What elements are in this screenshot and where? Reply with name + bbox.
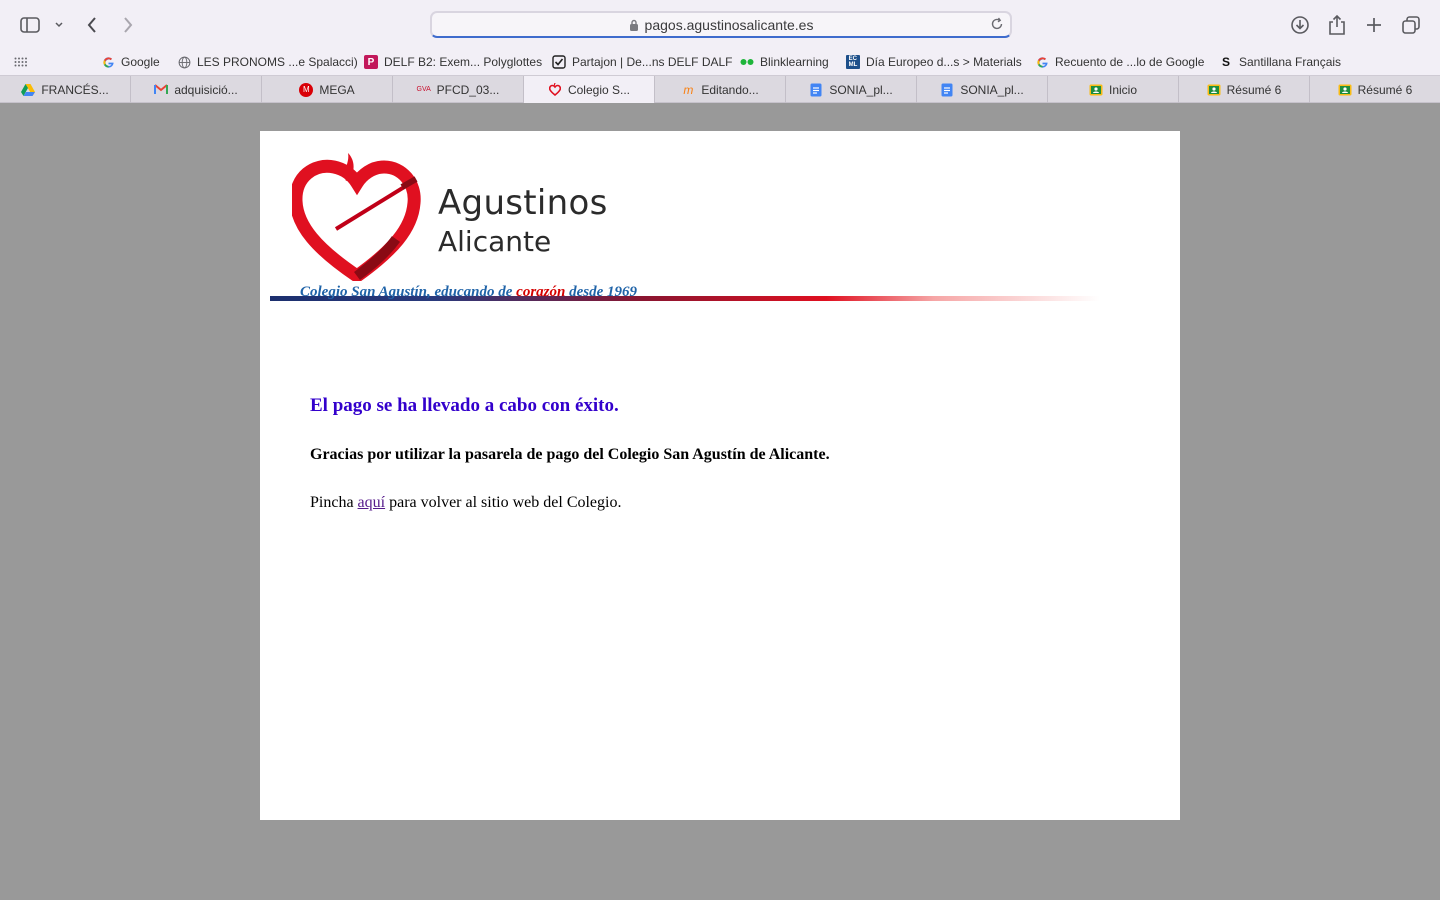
tab-label: MEGA <box>319 82 355 97</box>
bookmark-label: Día Europeo d...s > Materials <box>866 55 1022 69</box>
back-button[interactable] <box>78 12 106 38</box>
page-content: Agustinos Alicante Colegio San Agustín, … <box>260 131 1180 820</box>
moodle-icon: m <box>683 82 694 97</box>
google-docs-icon <box>940 83 954 97</box>
tab-overview-button[interactable] <box>1397 12 1425 38</box>
plus-icon <box>1367 18 1381 32</box>
new-tab-button[interactable] <box>1360 12 1388 38</box>
tab-colegio[interactable]: Colegio S... <box>524 76 655 103</box>
tab-label: Résumé 6 <box>1226 82 1282 97</box>
tab-overview-icon <box>1402 16 1420 34</box>
bookmark-item[interactable]: Blinklearning <box>740 52 829 72</box>
tab-label: PFCD_03... <box>436 82 500 97</box>
thanks-message: Gracias por utilizar la pasarela de pago… <box>310 446 830 463</box>
tab-bar: FRANCÉS... adquisició... M MEGA GVA PFCD… <box>0 75 1440 103</box>
tab-frances[interactable]: FRANCÉS... <box>0 76 131 103</box>
tab-label: FRANCÉS... <box>41 82 109 97</box>
tab-editando[interactable]: m Editando... <box>655 76 786 103</box>
tab-resume-1[interactable]: Résumé 6 <box>1179 76 1310 103</box>
bookmark-label: Santillana Français <box>1239 55 1342 69</box>
bookmark-item[interactable]: Partajon | De...ns DELF DALF <box>552 52 733 72</box>
google-docs-icon <box>809 83 823 97</box>
tab-label: Editando... <box>701 82 759 97</box>
globe-icon <box>177 55 191 69</box>
agustinos-logo-icon <box>292 153 421 281</box>
back-suffix: para volver al sitio web del Colegio. <box>385 494 622 511</box>
tab-mega[interactable]: M MEGA <box>262 76 393 103</box>
bookmark-item[interactable]: Google <box>101 52 160 72</box>
payment-success-message: El pago se ha llevado a cabo con éxito. <box>310 395 619 416</box>
download-icon <box>1291 16 1309 34</box>
chevron-down-icon <box>55 22 63 28</box>
checkbox-icon <box>552 55 566 69</box>
google-icon <box>101 55 115 69</box>
agustinos-icon <box>548 83 562 97</box>
ecml-icon: EC ML <box>846 55 860 69</box>
tab-inicio[interactable]: Inicio <box>1048 76 1179 103</box>
blinklearning-icon <box>740 55 754 69</box>
tab-group-dropdown-button[interactable] <box>48 12 70 38</box>
logo-subtitle: Alicante <box>438 225 552 258</box>
share-icon <box>1329 14 1345 35</box>
google-icon <box>1035 55 1049 69</box>
reload-icon[interactable] <box>990 17 1004 34</box>
back-prefix: Pincha <box>310 494 358 511</box>
grid-icon <box>14 57 27 67</box>
bookmark-item[interactable]: EC ML Día Europeo d...s > Materials <box>846 52 1022 72</box>
forward-button[interactable] <box>114 12 142 38</box>
google-classroom-icon <box>1207 83 1221 97</box>
back-to-site-link[interactable]: aquí <box>358 494 386 511</box>
google-drive-icon <box>21 83 36 97</box>
tab-resume-2[interactable]: Résumé 6 <box>1310 76 1440 103</box>
gva-icon: GVA <box>416 86 431 93</box>
chevron-right-icon <box>124 17 133 33</box>
bookmark-label: Google <box>121 55 160 69</box>
polyglottes-icon: P <box>364 55 378 69</box>
logo-title: Agustinos <box>438 183 608 223</box>
tab-gmail[interactable]: adquisició... <box>131 76 262 103</box>
tab-sonia-2[interactable]: SONIA_pl... <box>917 76 1048 103</box>
tagline-part2: desde 1969 <box>565 284 637 300</box>
tab-label: Inicio <box>1108 82 1137 97</box>
tab-pfcd[interactable]: GVA PFCD_03... <box>393 76 524 103</box>
tab-label: SONIA_pl... <box>960 82 1024 97</box>
tab-label: SONIA_pl... <box>829 82 893 97</box>
tab-label: Colegio S... <box>567 82 631 97</box>
bookmark-label: LES PRONOMS ...e Spalacci) <box>197 55 358 69</box>
sidebar-icon <box>20 17 40 33</box>
tagline-highlight: corazón <box>516 284 566 300</box>
downloads-button[interactable] <box>1286 12 1314 38</box>
back-to-site-text: Pincha aquí para volver al sitio web del… <box>310 494 621 512</box>
gmail-icon <box>154 83 169 97</box>
address-bar[interactable]: pagos.agustinosalicante.es <box>430 11 1012 38</box>
bookmark-item[interactable]: Recuento de ...lo de Google <box>1035 52 1204 72</box>
bookmark-item[interactable]: P DELF B2: Exem... Polyglottes <box>364 52 542 72</box>
bookmark-label: Partajon | De...ns DELF DALF <box>572 55 733 69</box>
bookmark-item[interactable]: LES PRONOMS ...e Spalacci) <box>177 52 358 72</box>
bookmark-label: DELF B2: Exem... Polyglottes <box>384 55 543 69</box>
share-button[interactable] <box>1323 12 1351 38</box>
google-classroom-icon <box>1089 83 1103 97</box>
bookmarks-grid-button[interactable] <box>14 52 28 72</box>
bookmark-label: Blinklearning <box>760 55 829 69</box>
mega-icon: M <box>299 82 314 97</box>
bookmarks-bar: Google LES PRONOMS ...e Spalacci) P DELF… <box>0 48 1440 75</box>
tab-label: adquisició... <box>174 82 238 97</box>
browser-toolbar: pagos.agustinosalicante.es <box>0 0 1440 48</box>
tab-sonia-1[interactable]: SONIA_pl... <box>786 76 917 103</box>
url-text: pagos.agustinosalicante.es <box>644 16 814 33</box>
bookmark-item[interactable]: S Santillana Français <box>1219 52 1341 72</box>
sidebar-toggle-button[interactable] <box>16 12 44 38</box>
tab-label: Résumé 6 <box>1357 82 1413 97</box>
google-classroom-icon <box>1338 83 1352 97</box>
tagline-part1: Colegio San Agustín, educando de <box>300 284 517 300</box>
lock-icon <box>629 19 639 31</box>
bookmark-label: Recuento de ...lo de Google <box>1055 55 1205 69</box>
santillana-icon: S <box>1221 55 1230 69</box>
chevron-left-icon <box>87 17 96 33</box>
school-tagline: Colegio San Agustín, educando de corazón… <box>300 284 637 301</box>
